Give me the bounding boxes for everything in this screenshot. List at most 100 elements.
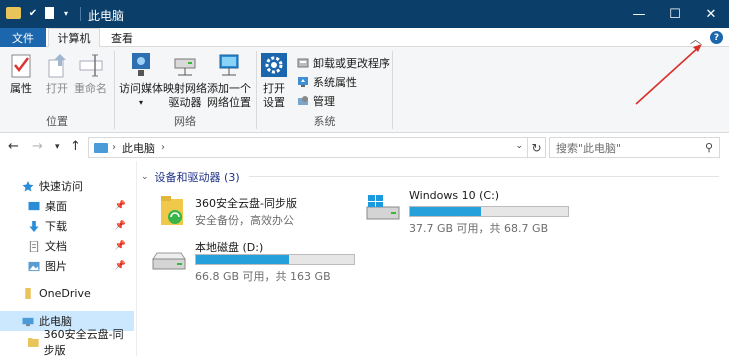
tile-name: Windows 10 (C:) [409,189,500,202]
uninstall-program-button[interactable]: 卸载或更改程序 [297,55,390,71]
nav-item-documents[interactable]: 文档 📌 [0,236,134,256]
cloud-folder-icon [161,196,183,225]
uninstall-icon [297,58,309,68]
this-pc-icon [22,317,34,326]
map-drive-button[interactable]: 映射网络 驱动器 [163,51,207,110]
breadcrumb[interactable]: 此电脑 [122,140,155,156]
documents-folder-icon [29,240,39,252]
rename-icon [78,51,104,79]
drive-usage-fill [196,255,290,264]
up-button[interactable]: ↑ [70,139,81,154]
nav-item-desktop[interactable]: 桌面 📌 [0,196,134,216]
tile-drive-d[interactable]: 本地磁盘 (D:) 66.8 GB 可用，共 163 GB [151,237,363,283]
close-button[interactable]: ✕ [693,0,729,28]
nav-item-downloads[interactable]: 下载 📌 [0,216,134,236]
section-header-devices[interactable]: ⌄ 设备和驱动器 (3) [141,169,240,185]
chevron-down-icon: ▾ [138,98,143,107]
address-dropdown-icon[interactable]: ⌄ [515,141,523,151]
drive-usage-bar [195,254,355,265]
open-settings-button[interactable]: 打开 设置 [261,51,287,110]
tile-name: 本地磁盘 (D:) [195,241,264,254]
title-bar: ✔ ▾ 此电脑 — ☐ ✕ [0,0,729,28]
access-media-button[interactable]: 访问媒体 ▾ [119,51,163,110]
properties-check-icon[interactable]: ✔ [26,6,40,20]
tile-name: 360安全云盘-同步版 [195,197,297,210]
rename-button[interactable]: 重命名 [74,51,107,96]
star-icon [22,180,34,192]
tile-subtitle: 安全备份，高效办公 [195,214,294,227]
ribbon-tab-bar: 文件 计算机 查看 ︿ [0,28,729,48]
windows-drive-icon [366,195,400,220]
tile-usage-text: 66.8 GB 可用，共 163 GB [195,270,331,283]
pictures-folder-icon [28,261,40,271]
tab-computer[interactable]: 计算机 [48,28,100,48]
quick-access-toolbar: ✔ ▾ [6,6,73,20]
navigation-bar: ← → ▾ ↑ › 此电脑 › ⌄ ↻ 搜索"此电脑" ⚲ [0,133,729,161]
network-location-icon [216,51,242,79]
hard-drive-icon [152,252,186,270]
navigation-pane: 快速访问 桌面 📌 下载 📌 文档 📌 图片 📌 OneDrive 此电脑 36… [0,161,136,356]
group-network: 访问媒体 ▾ 映射网络 驱动器 添加一个 网络位置 网络 [115,47,255,133]
section-divider [249,176,719,177]
pin-icon[interactable]: 📌 [115,241,126,251]
properties-button[interactable]: 属性 [8,51,34,96]
search-input[interactable]: 搜索"此电脑" ⚲ [549,137,720,158]
content-area: ⌄ 设备和驱动器 (3) 360安全云盘-同步版 安全备份，高效办公 Windo… [137,161,729,356]
nav-item-quick-access[interactable]: 快速访问 [0,176,134,196]
refresh-button[interactable]: ↻ [528,137,546,158]
nav-item-onedrive[interactable]: OneDrive [0,283,134,303]
this-pc-icon [94,142,108,153]
nav-item-pictures[interactable]: 图片 📌 [0,256,134,276]
group-label-network: 网络 [174,115,196,128]
minimize-button[interactable]: — [621,0,657,28]
add-network-location-button[interactable]: 添加一个 网络位置 [207,51,251,110]
group-system: 打开 设置 卸载或更改程序 系统属性 管理 系统 [257,47,392,133]
folder-icon [6,7,21,19]
settings-gear-icon [261,51,287,79]
window-controls: — ☐ ✕ [621,0,729,28]
desktop-folder-icon [28,201,40,210]
maximize-button[interactable]: ☐ [657,0,693,28]
manage-button[interactable]: 管理 [297,93,335,109]
recent-locations-button[interactable]: ▾ [55,142,60,152]
system-properties-button[interactable]: 系统属性 [297,74,357,90]
back-button[interactable]: ← [8,139,19,154]
open-button[interactable]: 打开 [44,51,70,96]
pin-icon[interactable]: 📌 [115,221,126,231]
pin-icon[interactable]: 📌 [115,261,126,271]
map-drive-icon [172,51,198,79]
tab-file[interactable]: 文件 [0,28,46,47]
pin-icon[interactable]: 📌 [115,201,126,211]
media-icon [128,51,154,79]
drive-usage-bar [409,206,569,217]
annotation-arrow [635,44,702,105]
properties-icon [8,51,34,79]
search-placeholder: 搜索"此电脑" [556,141,622,155]
chevron-down-icon: ⌄ [141,172,149,182]
customize-toolbar-icon[interactable]: ▾ [59,6,73,20]
cloud-folder-icon [28,337,39,347]
ribbon: 属性 打开 重命名 位置 访问媒体 ▾ 映射网络 驱动器 添加一个 网络位置 网… [0,47,729,133]
group-location: 属性 打开 重命名 位置 [0,47,114,133]
help-icon[interactable]: ? [710,31,723,44]
title-separator [80,7,81,21]
drive-usage-fill [410,207,482,216]
download-folder-icon [29,220,39,232]
group-separator [392,51,393,129]
tab-view[interactable]: 查看 [104,28,140,47]
search-icon: ⚲ [704,141,713,154]
group-label-location: 位置 [46,115,68,128]
forward-button[interactable]: → [32,139,43,154]
address-bar[interactable]: › 此电脑 › ⌄ [88,137,528,158]
new-page-icon[interactable] [45,7,54,19]
tile-usage-text: 37.7 GB 可用，共 68.7 GB [409,222,549,235]
nav-item-360-cloud[interactable]: 360安全云盘-同步版 [0,328,134,356]
open-icon [44,51,70,79]
manage-icon [298,96,308,105]
breadcrumb-chevron-icon[interactable]: › [161,142,165,153]
window-title: 此电脑 [88,9,125,23]
system-properties-icon [298,77,308,87]
breadcrumb-separator-icon[interactable]: › [112,142,116,153]
tile-drive-c[interactable]: Windows 10 (C:) 37.7 GB 可用，共 68.7 GB [365,187,577,235]
tile-360-cloud[interactable]: 360安全云盘-同步版 安全备份，高效办公 [159,193,359,233]
